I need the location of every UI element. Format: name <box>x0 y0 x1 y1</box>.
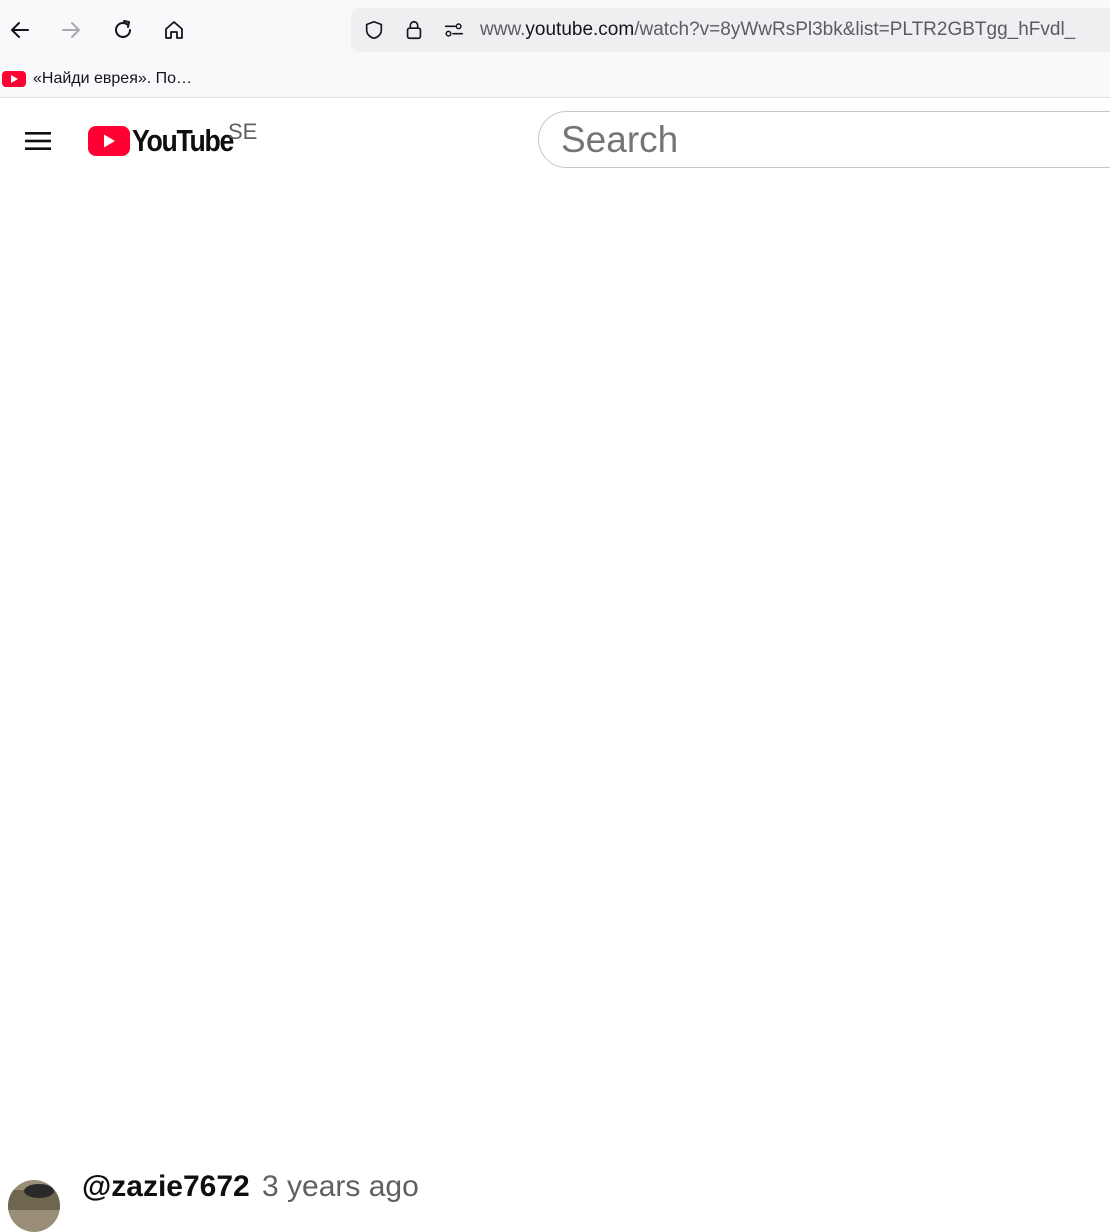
youtube-favicon-icon <box>2 71 26 87</box>
bookmark-label: «Найди еврея». По… <box>33 70 193 87</box>
youtube-play-logo-icon <box>88 126 130 156</box>
url-host: youtube.com <box>525 19 635 40</box>
tracking-protection-shield-icon[interactable] <box>362 18 386 42</box>
bookmarks-bar: «Найди еврея». По… <box>0 60 1110 98</box>
back-button[interactable] <box>0 10 40 50</box>
youtube-wordmark: YouTube <box>132 123 234 158</box>
comment-author[interactable]: @zazie7672 <box>82 1170 250 1204</box>
url-prefix: www. <box>480 19 526 40</box>
youtube-masthead: YouTube SE <box>0 99 1110 181</box>
country-code: SE <box>228 119 258 144</box>
reload-button[interactable] <box>103 10 143 50</box>
home-icon <box>165 21 183 39</box>
search-box[interactable] <box>538 111 1110 168</box>
home-button[interactable] <box>154 10 194 50</box>
permissions-icon[interactable] <box>442 18 466 42</box>
address-bar[interactable]: www.youtube.com/watch?v=8yWwRsPl3bk&list… <box>351 8 1110 52</box>
browser-toolbar: www.youtube.com/watch?v=8yWwRsPl3bk&list… <box>0 0 1110 60</box>
lock-icon[interactable] <box>402 18 426 42</box>
url-path: /watch?v=8yWwRsPl3bk&list=PLTR2GBTgg_hFv… <box>634 19 1076 40</box>
reload-icon <box>115 20 131 38</box>
arrow-left-icon <box>11 22 29 38</box>
avatar-bird <box>24 1184 54 1198</box>
hamburger-menu-icon <box>25 132 51 150</box>
bookmark-item[interactable]: «Найди еврея». По… <box>2 68 192 90</box>
avatar[interactable] <box>8 1180 60 1232</box>
guide-menu-button[interactable] <box>18 121 58 161</box>
arrow-right-icon <box>62 22 80 38</box>
forward-button[interactable] <box>51 10 91 50</box>
url-text[interactable]: www.youtube.com/watch?v=8yWwRsPl3bk&list… <box>480 19 1075 41</box>
comment-item: @zazie7672 3 years ago <box>0 1160 1110 1232</box>
youtube-logo-link[interactable]: YouTube <box>88 121 250 161</box>
comment-timestamp[interactable]: 3 years ago <box>262 1170 419 1204</box>
search-input[interactable] <box>561 118 1101 162</box>
